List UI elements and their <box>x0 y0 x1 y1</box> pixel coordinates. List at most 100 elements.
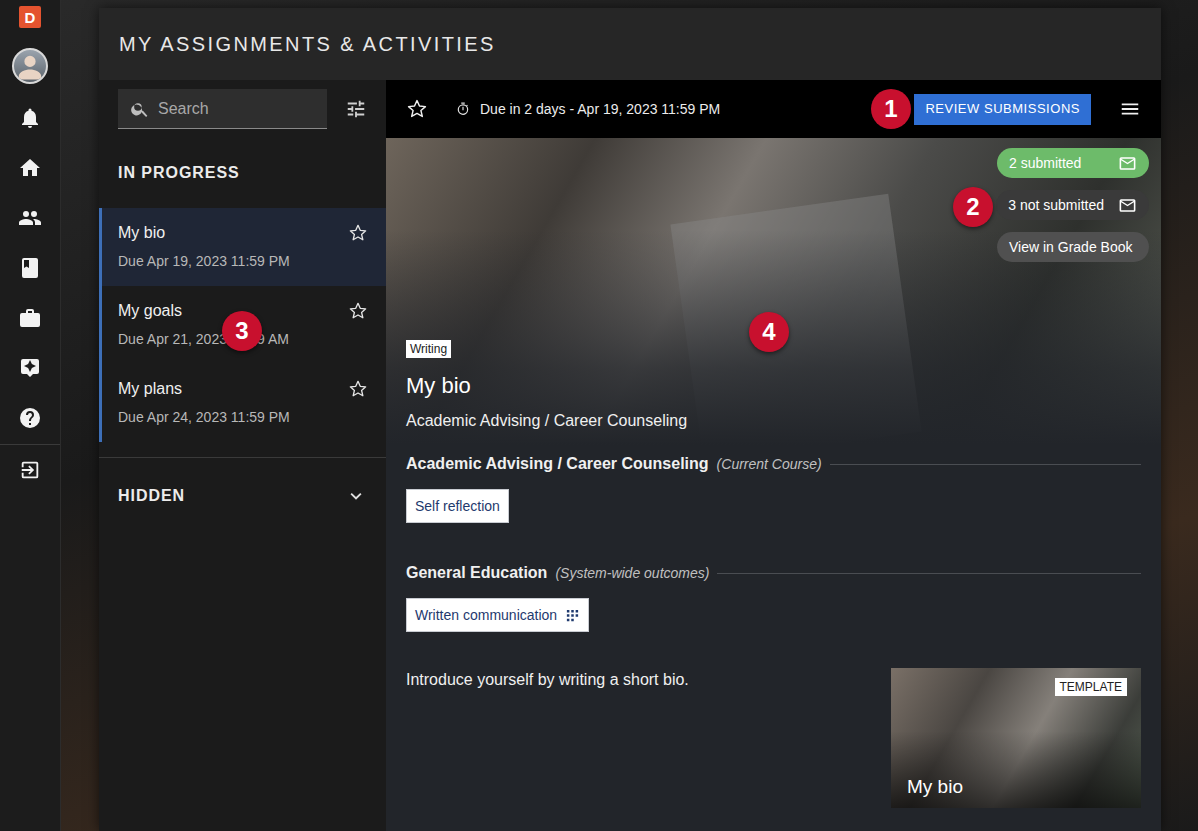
pill-label: 3 not submitted <box>1008 195 1104 216</box>
list-item-text: My bio Due Apr 19, 2023 11:59 PM <box>118 208 348 270</box>
status-pill[interactable]: View in Grade Book <box>997 232 1149 262</box>
pill-label: 2 submitted <box>1009 153 1081 174</box>
search-row <box>99 80 386 138</box>
menu-button[interactable] <box>1119 98 1141 120</box>
template-title: My bio <box>907 776 963 798</box>
hidden-section-toggle[interactable]: HIDDEN <box>99 458 386 534</box>
group-note: (System-wide outcomes) <box>555 563 709 584</box>
group-name: Academic Advising / Career Counseling <box>406 452 709 476</box>
timer-icon <box>456 102 470 116</box>
exit-icon <box>19 459 41 481</box>
group-name: General Education <box>406 561 547 585</box>
group-rule <box>830 464 1141 465</box>
search-field[interactable] <box>118 89 327 129</box>
hamburger-icon <box>1119 98 1141 120</box>
callout-badge: 2 <box>953 187 993 227</box>
outcome-label: Written communication <box>415 605 557 626</box>
star-icon[interactable] <box>348 301 368 321</box>
due-label: Due in 2 days - Apr 19, 2023 11:59 PM <box>480 99 720 120</box>
person-icon <box>15 52 45 82</box>
bell-icon <box>18 106 42 130</box>
book-icon <box>18 256 42 280</box>
search-icon <box>130 99 150 119</box>
rail-button[interactable] <box>18 106 42 130</box>
detail-toolbar: Due in 2 days - Apr 19, 2023 11:59 PM REV… <box>386 80 1161 138</box>
group-rule <box>717 573 1141 574</box>
status-pills: 2 submitted 3 not submitted View in Grade … <box>996 148 1149 262</box>
callout-number: 1 <box>884 97 897 121</box>
list-item[interactable]: My plans Due Apr 24, 2023 11:59 PM <box>99 364 386 442</box>
star-icon[interactable] <box>406 98 428 120</box>
rail-divider <box>0 444 60 445</box>
outcome-tag[interactable]: Self reflection <box>406 489 509 523</box>
callout-badge: 3 <box>222 311 262 351</box>
chevron-down-icon <box>345 485 367 507</box>
callout-number: 3 <box>235 319 248 343</box>
detail-content: Academic Advising / Career Counseling (Cu… <box>386 445 1161 831</box>
outcome-group-header: General Education (System-wide outcomes) <box>406 561 1141 585</box>
status-pill[interactable]: 3 not submitted <box>996 190 1149 220</box>
outcome-tags: Written communication <box>406 598 1141 632</box>
list-divider <box>99 457 386 458</box>
star-icon[interactable] <box>348 379 368 399</box>
template-card[interactable]: TEMPLATE My bio <box>891 668 1141 808</box>
item-title: My plans <box>118 379 348 399</box>
assignment-description: Introduce yourself by writing a short bi… <box>406 668 689 690</box>
envelope-icon <box>1118 154 1137 173</box>
filter-button[interactable] <box>345 98 367 120</box>
pill-label: View in Grade Book <box>1009 237 1132 258</box>
pill-content: 2 submitted <box>1009 153 1137 174</box>
panel-body: IN PROGRESS My bio Due Apr 19, 2023 11:59 … <box>99 80 1161 831</box>
envelope-icon <box>1118 196 1137 215</box>
item-title: My bio <box>118 223 348 243</box>
item-due: Due Apr 24, 2023 11:59 PM <box>118 408 348 426</box>
outcome-tags: Self reflection <box>406 489 1141 523</box>
list-item-text: My plans Due Apr 24, 2023 11:59 PM <box>118 364 348 426</box>
help-icon <box>18 406 42 430</box>
search-input[interactable] <box>158 97 315 121</box>
callout-number: 2 <box>966 195 979 219</box>
rubric-grid-icon <box>565 608 580 623</box>
callout-number: 4 <box>762 320 775 344</box>
assignment-list: IN PROGRESS My bio Due Apr 19, 2023 11:59 … <box>99 80 386 831</box>
status-pill[interactable]: 2 submitted <box>997 148 1149 178</box>
people-icon <box>18 206 42 230</box>
rail-button[interactable] <box>18 206 42 230</box>
hero-fade <box>386 138 1161 445</box>
assignment-detail: Due in 2 days - Apr 19, 2023 11:59 PM REV… <box>386 80 1161 831</box>
review-submissions-button[interactable]: REVIEW SUBMISSIONS <box>914 94 1091 125</box>
rail-button[interactable] <box>18 156 42 180</box>
group-note: (Current Course) <box>717 454 822 475</box>
rail-button[interactable] <box>18 256 42 280</box>
panel-header: MY ASSIGNMENTS & ACTIVITIES <box>99 8 1161 80</box>
rail-button[interactable] <box>18 356 42 380</box>
panel-title: MY ASSIGNMENTS & ACTIVITIES <box>119 29 496 59</box>
callout-badge: 1 <box>871 89 911 129</box>
hero-text: WritingMy bioAcademic Advising / Career … <box>406 340 687 431</box>
list-item[interactable]: My bio Due Apr 19, 2023 11:59 PM <box>99 208 386 286</box>
sliders-icon <box>345 98 367 120</box>
callout-badge: 4 <box>749 312 789 352</box>
rail-button[interactable] <box>18 306 42 330</box>
assignment-title: My bio <box>406 373 471 399</box>
user-avatar[interactable] <box>12 48 48 84</box>
logo-letter: D <box>25 10 36 25</box>
template-badge: TEMPLATE <box>1055 678 1127 696</box>
star-icon[interactable] <box>348 223 368 243</box>
logout-button[interactable] <box>19 459 41 481</box>
description-row: Introduce yourself by writing a short bi… <box>406 668 1141 808</box>
outcome-tag[interactable]: Written communication <box>406 598 589 632</box>
pill-content: View in Grade Book <box>1009 237 1137 258</box>
briefcase-icon <box>18 306 42 330</box>
app-logo[interactable]: D <box>19 6 41 28</box>
hero: 2 submitted 3 not submitted View in Grade … <box>386 138 1161 445</box>
section-title: IN PROGRESS <box>118 161 240 185</box>
section-title: HIDDEN <box>118 484 185 508</box>
outcome-group-header: Academic Advising / Career Counseling (Cu… <box>406 452 1141 476</box>
sparkle-icon <box>18 356 42 380</box>
rail-button[interactable] <box>18 406 42 430</box>
item-due: Due Apr 19, 2023 11:59 PM <box>118 252 348 270</box>
assignment-course: Academic Advising / Career Counseling <box>406 411 687 431</box>
icon-rail: D <box>0 0 61 831</box>
pill-content: 3 not submitted <box>1008 195 1137 216</box>
